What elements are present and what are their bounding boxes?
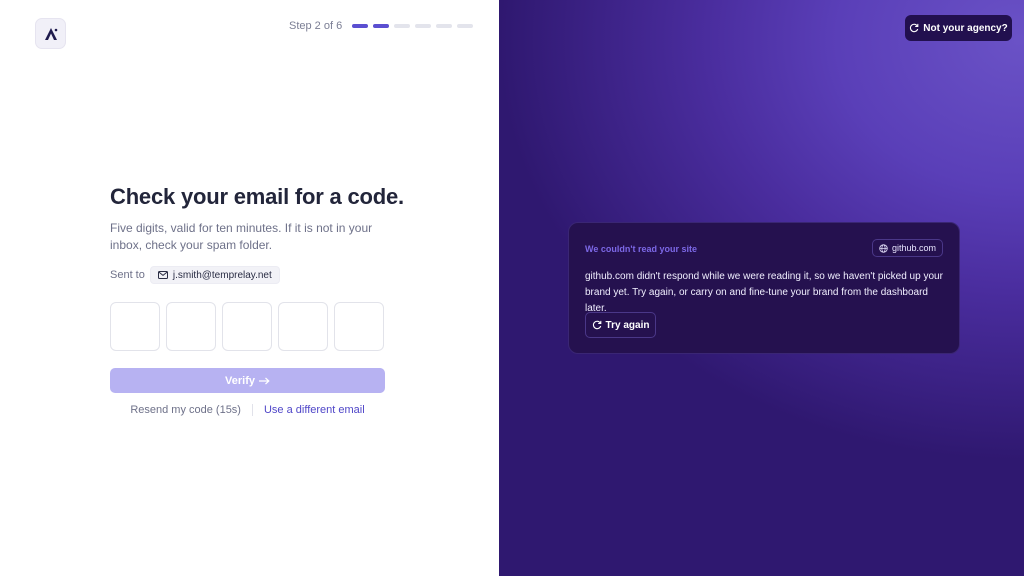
step-label: Step 2 of 6	[289, 20, 343, 32]
refresh-icon	[592, 320, 601, 330]
not-your-agency-button[interactable]: Not your agency?	[905, 15, 1012, 41]
error-title: We couldn't read your site	[585, 244, 697, 254]
verify-button[interactable]: Verify	[110, 368, 385, 393]
step-indicator	[373, 24, 390, 28]
step-indicator	[394, 24, 411, 28]
step-indicators	[352, 24, 474, 28]
resend-code-link[interactable]: Resend my code (15s)	[130, 404, 241, 416]
code-digit-input[interactable]	[334, 302, 384, 351]
use-different-email-link[interactable]: Use a different email	[264, 404, 365, 416]
step-indicator	[352, 24, 369, 28]
site-domain: github.com	[891, 243, 936, 253]
verify-button-label: Verify	[225, 374, 255, 387]
site-chip: github.com	[871, 239, 943, 257]
mail-icon	[157, 271, 168, 279]
step-indicator	[457, 24, 474, 28]
arrow-right-icon	[258, 377, 270, 384]
auth-form-panel: Step 2 of 6 Check your email for a code.…	[0, 0, 499, 576]
divider	[251, 404, 253, 416]
arrow-up-logo-icon	[44, 27, 57, 40]
sent-to-row: Sent to j.smith@temprelay.net	[110, 266, 280, 284]
try-again-label: Try again	[605, 319, 650, 331]
code-input-group	[110, 302, 384, 351]
secondary-actions: Resend my code (15s) Use a different ema…	[110, 404, 385, 416]
email-chip: j.smith@temprelay.net	[149, 266, 280, 284]
progress-stepper: Step 2 of 6	[289, 20, 474, 32]
page-title: Check your email for a code.	[110, 184, 404, 209]
try-again-button[interactable]: Try again	[585, 312, 656, 338]
code-digit-input[interactable]	[110, 302, 160, 351]
step-indicator	[436, 24, 453, 28]
page-subtitle: Five digits, valid for ten minutes. If i…	[110, 221, 373, 252]
step-indicator	[415, 24, 432, 28]
code-digit-input[interactable]	[278, 302, 328, 351]
sent-to-label: Sent to	[110, 269, 145, 281]
error-message: github.com didn't respond while we were …	[585, 271, 943, 314]
app-logo[interactable]	[35, 18, 66, 49]
globe-icon	[879, 243, 888, 253]
code-digit-input[interactable]	[166, 302, 216, 351]
email-address: j.smith@temprelay.net	[172, 269, 272, 281]
not-your-agency-label: Not your agency?	[923, 22, 1008, 34]
refresh-icon	[910, 23, 919, 33]
site-error-card: We couldn't read your site github.com gi…	[568, 222, 960, 354]
code-digit-input[interactable]	[222, 302, 272, 351]
